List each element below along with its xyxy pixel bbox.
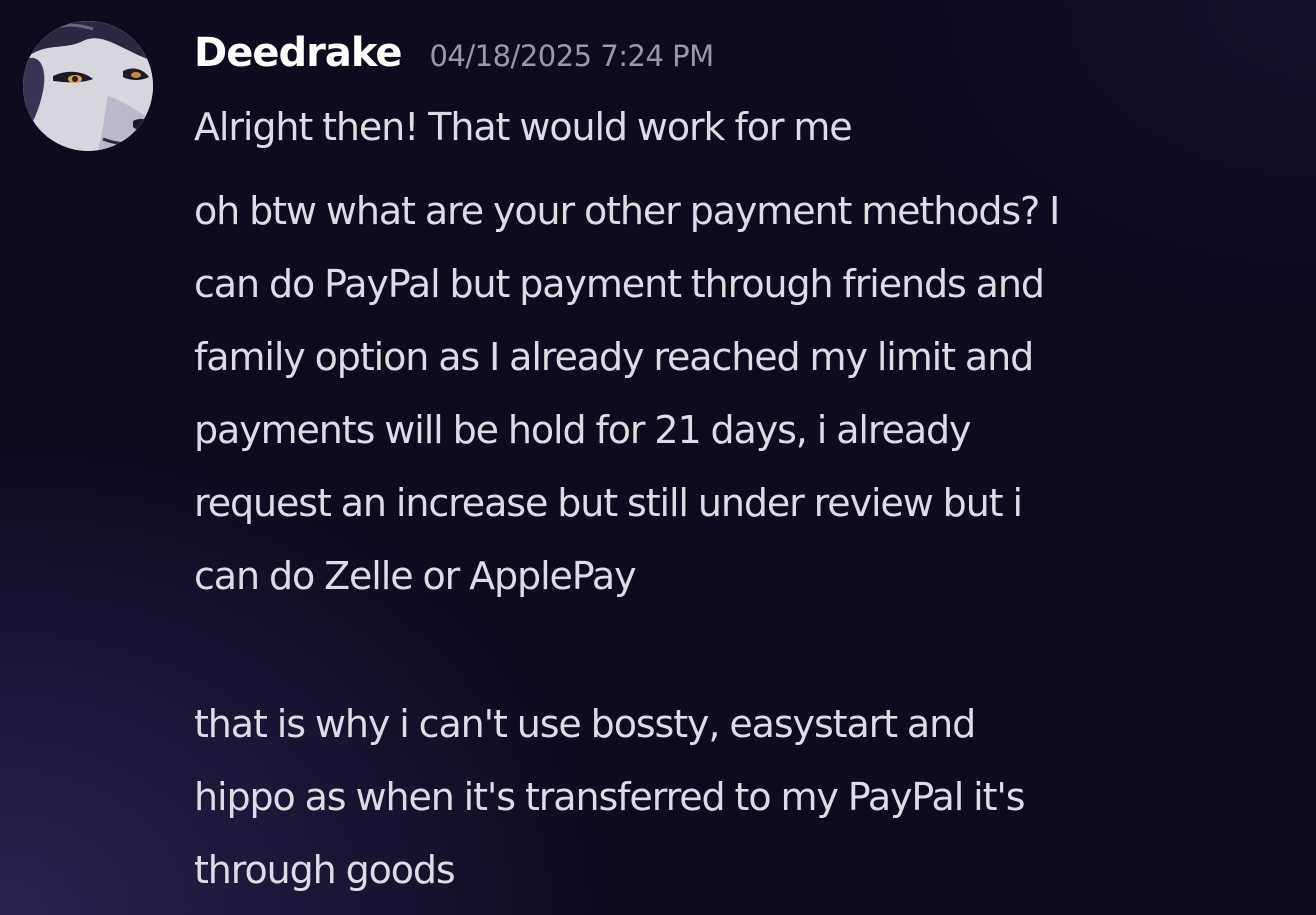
message-line: Alright then! That would work for me (194, 105, 853, 149)
message-header: Deedrake 04/18/2025 7:24 PM (194, 30, 714, 90)
message-line: oh btw what are your other payment metho… (194, 189, 1060, 233)
message-timestamp[interactable]: 04/18/2025 7:24 PM (429, 39, 714, 73)
message-line: hippo as when it's transferred to my Pay… (194, 775, 1026, 819)
user-avatar[interactable] (23, 21, 153, 151)
wolf-avatar-icon (23, 21, 153, 151)
chat-message: Deedrake 04/18/2025 7:24 PM Alright then… (0, 0, 1316, 915)
message-line: request an increase but still under revi… (194, 481, 1023, 525)
message-line: that is why i can't use bossty, easystar… (194, 702, 976, 746)
message-line: payments will be hold for 21 days, i alr… (194, 408, 972, 452)
message-line: can do Zelle or ApplePay (194, 554, 637, 598)
author-name[interactable]: Deedrake (194, 30, 402, 76)
message-line: through goods (194, 848, 456, 892)
message-line: family option as I already reached my li… (194, 335, 1034, 379)
message-line: can do PayPal but payment through friend… (194, 262, 1045, 306)
